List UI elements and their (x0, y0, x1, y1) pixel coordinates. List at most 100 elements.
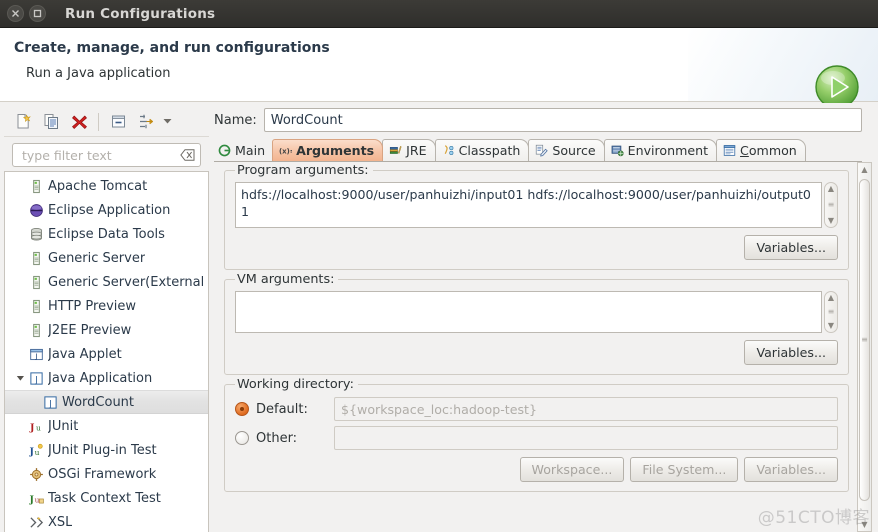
twisty-expanded-icon[interactable] (13, 374, 27, 383)
close-icon[interactable] (7, 5, 24, 22)
collapse-all-icon[interactable] (105, 110, 131, 134)
osgi-icon (27, 467, 45, 482)
tree-item-label: WordCount (62, 394, 135, 410)
configurations-toolbar (4, 107, 209, 137)
tree-item-label: OSGi Framework (48, 466, 157, 482)
tree-item-java-applet[interactable]: J Java Applet (5, 342, 208, 366)
tree-item-generic-server[interactable]: Generic Server (5, 246, 208, 270)
java-applet-icon: J (27, 347, 45, 362)
tab-common[interactable]: Common (716, 139, 806, 161)
maximize-icon[interactable] (29, 5, 46, 22)
tree-item-wordcount[interactable]: J WordCount (5, 390, 208, 414)
program-arguments-scrollbar[interactable]: ▲ ≡ ▼ (824, 182, 838, 228)
red-x-delete-icon[interactable] (66, 110, 92, 134)
server-icon (27, 251, 45, 266)
default-label: Default: (256, 401, 308, 417)
tree-item-eclipse-data-tools[interactable]: Eclipse Data Tools (5, 222, 208, 246)
page-subtitle: Run a Java application (26, 66, 171, 81)
tree-item-java-application[interactable]: J Java Application (5, 366, 208, 390)
tab-label: Common (740, 143, 797, 158)
tree-item-xsl[interactable]: XSL (5, 510, 208, 532)
working-dir-variables-button[interactable]: Variables... (744, 457, 838, 482)
tab-source[interactable]: Source (528, 139, 605, 161)
tree-item-junit-plug-in-test[interactable]: J u JUnit Plug-in Test (5, 438, 208, 462)
configuration-tabs[interactable]: Main (x)= Arguments JRE Classpath Source (214, 139, 862, 162)
tree-item-label: Task Context Test (48, 490, 161, 506)
tab-label: Source (552, 143, 596, 158)
scroll-down-icon[interactable]: ▼ (828, 217, 834, 225)
program-arguments-field-row: hdfs://localhost:9000/user/panhuizhi/inp… (235, 182, 838, 228)
copy-icon[interactable] (38, 110, 64, 134)
svg-text:u: u (36, 423, 41, 432)
configuration-name-input[interactable] (263, 108, 862, 132)
tree-item-junit[interactable]: J u JUnit (5, 414, 208, 438)
jre-icon (389, 144, 402, 157)
tab-jre[interactable]: JRE (382, 139, 436, 161)
tree-items: Apache Tomcat Eclipse Application Eclips… (5, 172, 208, 532)
scroll-up-icon[interactable]: ▲ (828, 185, 834, 193)
scroll-down-icon[interactable]: ▼ (861, 520, 867, 529)
working-dir-default-row: Default: ${workspace_loc:hadoop-test} (235, 397, 838, 421)
tree-item-generic-server-external[interactable]: Generic Server(External (5, 270, 208, 294)
svg-text:J: J (34, 374, 37, 384)
tab-label: Classpath (458, 143, 521, 158)
tree-item-apache-tomcat[interactable]: Apache Tomcat (5, 174, 208, 198)
program-arguments-textarea[interactable]: hdfs://localhost:9000/user/panhuizhi/inp… (235, 182, 822, 228)
program-arguments-label: Program arguments: (235, 163, 373, 178)
chevron-down-icon[interactable] (161, 110, 173, 134)
common-icon (723, 144, 736, 157)
java-app-icon: J (41, 395, 59, 410)
task-context-icon: J u (27, 491, 45, 506)
workspace-button[interactable]: Workspace... (519, 457, 625, 482)
xsl-icon (27, 515, 45, 530)
filter-box[interactable] (12, 143, 201, 167)
tab-label: Environment (627, 143, 709, 158)
scroll-up-icon[interactable]: ▲ (861, 165, 867, 174)
scroll-down-icon[interactable]: ▼ (828, 322, 834, 330)
default-radio[interactable] (235, 402, 249, 416)
tab-environment[interactable]: Environment (603, 139, 718, 161)
tree-item-label: Java Applet (48, 346, 122, 362)
other-directory-field[interactable] (334, 426, 838, 450)
tab-classpath[interactable]: Classpath (434, 139, 530, 161)
main-icon (218, 144, 231, 157)
tree-item-label: Eclipse Application (48, 202, 171, 218)
svg-text:J: J (29, 446, 34, 457)
configurations-pane: Apache Tomcat Eclipse Application Eclips… (4, 107, 209, 532)
filter-icon[interactable] (133, 110, 159, 134)
tab-arguments[interactable]: (x)= Arguments (272, 139, 384, 161)
scrollbar-grip: ≡ (861, 335, 868, 344)
configuration-types-tree[interactable]: Apache Tomcat Eclipse Application Eclips… (4, 171, 209, 532)
default-directory-field: ${workspace_loc:hadoop-test} (334, 397, 838, 421)
tree-item-eclipse-application[interactable]: Eclipse Application (5, 198, 208, 222)
program-variables-button[interactable]: Variables... (744, 235, 838, 260)
scrollbar-thumb[interactable]: ≡ (859, 179, 870, 501)
vm-arguments-textarea[interactable] (235, 291, 822, 333)
java-app-icon: J (27, 371, 45, 386)
scrollbar-grip: ≡ (827, 307, 835, 316)
svg-text:J: J (29, 494, 34, 505)
tree-item-osgi-framework[interactable]: OSGi Framework (5, 462, 208, 486)
other-radio[interactable] (235, 431, 249, 445)
toolbar-separator (98, 112, 99, 131)
clear-field-icon[interactable] (180, 149, 195, 162)
tree-item-http-preview[interactable]: HTTP Preview (5, 294, 208, 318)
vm-arguments-buttons: Variables... (235, 340, 838, 365)
scroll-up-icon[interactable]: ▲ (828, 294, 834, 302)
search-input[interactable] (20, 146, 176, 164)
tree-item-task-context-test[interactable]: J u Task Context Test (5, 486, 208, 510)
tree-item-label: Generic Server (48, 250, 146, 266)
tab-main[interactable]: Main (216, 139, 273, 161)
file-system-button[interactable]: File System... (630, 457, 739, 482)
junit-icon: J u (27, 419, 45, 434)
tree-item-j2ee-preview[interactable]: J2EE Preview (5, 318, 208, 342)
vm-arguments-scrollbar[interactable]: ▲ ≡ ▼ (824, 291, 838, 333)
new-document-icon[interactable] (10, 110, 36, 134)
tab-panel-scrollbar[interactable]: ▲ ≡ ▼ (857, 162, 872, 532)
vm-arguments-group: VM arguments: ▲ ≡ ▼ Variables... (224, 272, 849, 375)
vm-variables-button[interactable]: Variables... (744, 340, 838, 365)
arguments-tab-panel: Program arguments: hdfs://localhost:9000… (214, 162, 874, 532)
configuration-editor: Name: Main (x)= Arguments JRE Classpath (214, 107, 876, 532)
dialog-header: Create, manage, and run configurations R… (0, 28, 878, 109)
junit-plugin-icon: J u (27, 443, 45, 458)
